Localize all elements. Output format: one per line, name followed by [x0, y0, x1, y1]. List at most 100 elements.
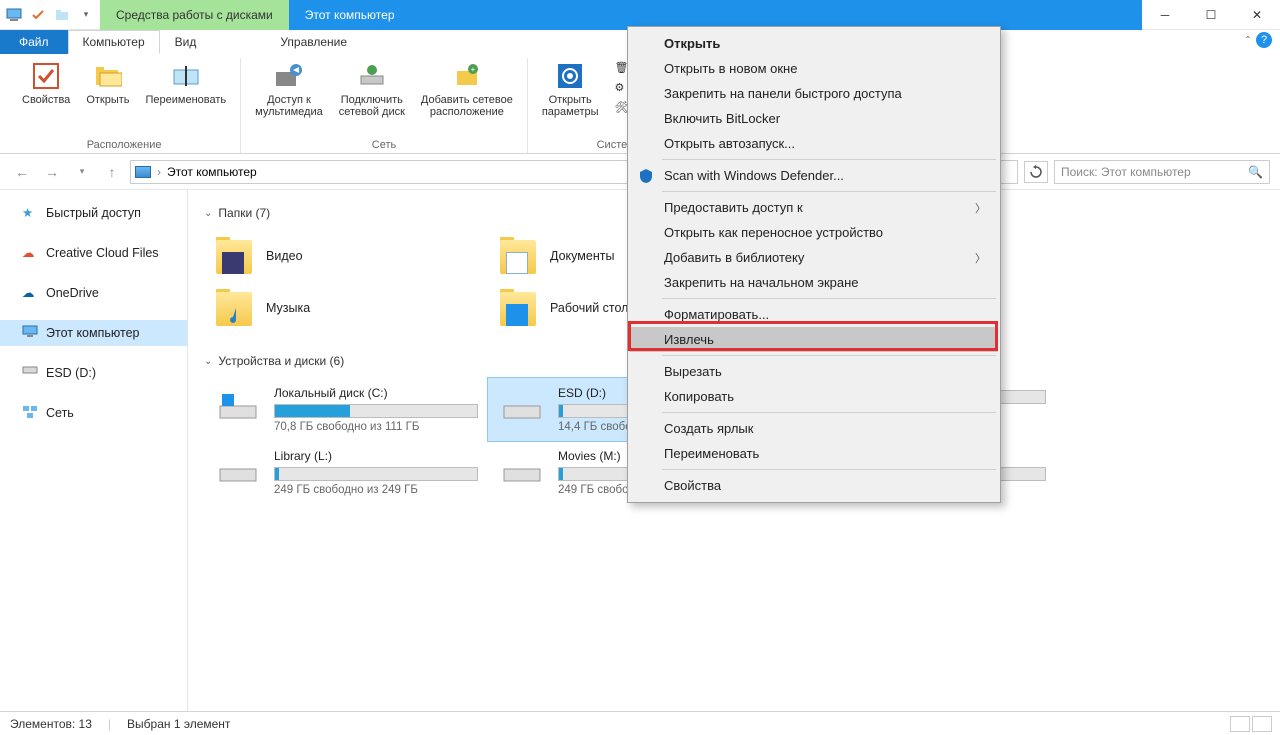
cm-separator — [662, 191, 996, 192]
maximize-button[interactable]: ☐ — [1188, 0, 1234, 30]
folder-music[interactable]: Музыка — [204, 282, 488, 334]
tab-manage[interactable]: Управление — [251, 30, 376, 54]
ribbon-context-tab[interactable]: Средства работы с дисками — [100, 0, 289, 30]
help-icon[interactable]: ? — [1256, 32, 1272, 48]
cm-portable-device[interactable]: Открыть как переносное устройство — [630, 220, 998, 245]
cm-eject[interactable]: Извлечь — [630, 327, 998, 352]
drive-icon — [498, 386, 546, 426]
svg-text:+: + — [471, 65, 476, 74]
nav-history-dropdown[interactable]: ▾ — [70, 160, 94, 184]
btn-rename-label: Переименовать — [146, 94, 227, 106]
network-icon — [22, 405, 38, 421]
cm-copy[interactable]: Копировать — [630, 384, 998, 409]
sidebar-item-onedrive[interactable]: ☁OneDrive — [0, 280, 187, 306]
tab-computer[interactable]: Компьютер — [68, 30, 160, 54]
ribbon-group-location: Свойства Открыть Переименовать Расположе… — [8, 58, 241, 153]
search-input[interactable]: Поиск: Этот компьютер 🔍 — [1054, 160, 1270, 184]
shield-icon — [638, 168, 654, 184]
drive-icon — [214, 449, 262, 489]
btn-map-drive[interactable]: Подключить сетевой диск — [333, 58, 411, 137]
add-location-icon: + — [451, 60, 483, 92]
btn-media-label: Доступ к мультимедиа — [255, 94, 323, 118]
nav-back-button[interactable]: ← — [10, 160, 34, 184]
cm-pin-quick-access[interactable]: Закрепить на панели быстрого доступа — [630, 81, 998, 106]
star-icon: ★ — [22, 205, 38, 221]
chevron-down-icon: ⌄ — [204, 356, 212, 367]
folder-icon — [498, 288, 538, 328]
sidebar-item-network[interactable]: Сеть — [0, 400, 187, 426]
qat-properties-icon[interactable] — [30, 7, 46, 23]
btn-add-location[interactable]: + Добавить сетевое расположение — [415, 58, 519, 137]
window-controls: ─ ☐ ✕ — [1142, 0, 1280, 30]
nav-up-button[interactable]: ↑ — [100, 160, 124, 184]
sidebar-item-this-pc[interactable]: Этот компьютер — [0, 320, 187, 346]
btn-properties-label: Свойства — [22, 94, 70, 106]
ribbon-collapse-icon[interactable]: ˆ — [1246, 34, 1250, 48]
cm-separator — [662, 159, 996, 160]
map-drive-icon — [356, 60, 388, 92]
cm-separator — [662, 469, 996, 470]
open-icon — [92, 60, 124, 92]
group-location-label: Расположение — [87, 137, 162, 153]
tab-view[interactable]: Вид — [160, 30, 212, 54]
tab-file[interactable]: Файл — [0, 30, 68, 54]
close-button[interactable]: ✕ — [1234, 0, 1280, 30]
btn-properties[interactable]: Свойства — [16, 58, 76, 137]
qat-new-folder-icon[interactable] — [54, 7, 70, 23]
cm-rename[interactable]: Переименовать — [630, 441, 998, 466]
chevron-right-icon: 〉 — [975, 200, 986, 216]
media-icon — [273, 60, 305, 92]
cm-separator — [662, 412, 996, 413]
btn-rename[interactable]: Переименовать — [140, 58, 233, 137]
nav-forward-button[interactable]: → — [40, 160, 64, 184]
cm-add-library[interactable]: Добавить в библиотеку〉 — [630, 245, 998, 270]
cm-format[interactable]: Форматировать... — [630, 302, 998, 327]
cm-separator — [662, 298, 996, 299]
refresh-button[interactable] — [1024, 161, 1048, 183]
cm-create-shortcut[interactable]: Создать ярлык — [630, 416, 998, 441]
group-network-label: Сеть — [372, 137, 396, 153]
cm-pin-start[interactable]: Закрепить на начальном экране — [630, 270, 998, 295]
drive-icon — [498, 449, 546, 489]
quick-access-toolbar: ▾ — [0, 7, 100, 23]
folder-icon — [498, 236, 538, 276]
ribbon-group-network: Доступ к мультимедиа Подключить сетевой … — [241, 58, 528, 153]
cm-properties[interactable]: Свойства — [630, 473, 998, 498]
rename-icon — [170, 60, 202, 92]
cm-bitlocker[interactable]: Включить BitLocker — [630, 106, 998, 131]
sidebar-item-esd[interactable]: ESD (D:) — [0, 360, 187, 386]
folder-videos[interactable]: Видео — [204, 230, 488, 282]
drive-c[interactable]: Локальный диск (C:)70,8 ГБ свободно из 1… — [204, 378, 488, 441]
sidebar-item-creative-cloud[interactable]: ☁Creative Cloud Files — [0, 240, 187, 266]
btn-open-settings-label: Открыть параметры — [542, 94, 599, 118]
drive-library[interactable]: Library (L:)249 ГБ свободно из 249 ГБ — [204, 441, 488, 504]
window-title: Этот компьютер — [289, 0, 411, 30]
cm-open[interactable]: Открыть — [630, 31, 998, 56]
view-icons-button[interactable] — [1252, 716, 1272, 732]
pc-icon — [22, 325, 38, 341]
context-menu: Открыть Открыть в новом окне Закрепить н… — [627, 26, 1001, 503]
qat-dropdown-icon[interactable]: ▾ — [78, 7, 94, 23]
search-placeholder: Поиск: Этот компьютер — [1061, 165, 1191, 179]
cc-icon: ☁ — [22, 245, 38, 261]
btn-open[interactable]: Открыть — [80, 58, 135, 137]
sidebar-item-quick-access[interactable]: ★Быстрый доступ — [0, 200, 187, 226]
cm-defender[interactable]: Scan with Windows Defender... — [630, 163, 998, 188]
cm-autoplay[interactable]: Открыть автозапуск... — [630, 131, 998, 156]
cm-cut[interactable]: Вырезать — [630, 359, 998, 384]
btn-add-location-label: Добавить сетевое расположение — [421, 94, 513, 118]
cm-open-new-window[interactable]: Открыть в новом окне — [630, 56, 998, 81]
address-path: Этот компьютер — [167, 165, 257, 179]
status-selection: Выбран 1 элемент — [127, 717, 230, 731]
btn-map-drive-label: Подключить сетевой диск — [339, 94, 405, 118]
cm-share-access[interactable]: Предоставить доступ к〉 — [630, 195, 998, 220]
view-details-button[interactable] — [1230, 716, 1250, 732]
btn-open-settings[interactable]: Открыть параметры — [536, 58, 605, 137]
btn-media-access[interactable]: Доступ к мультимедиа — [249, 58, 329, 137]
this-pc-icon — [135, 166, 151, 178]
folder-icon — [214, 288, 254, 328]
minimize-button[interactable]: ─ — [1142, 0, 1188, 30]
btn-open-label: Открыть — [86, 94, 129, 106]
status-item-count: Элементов: 13 — [10, 717, 92, 731]
properties-icon — [30, 60, 62, 92]
